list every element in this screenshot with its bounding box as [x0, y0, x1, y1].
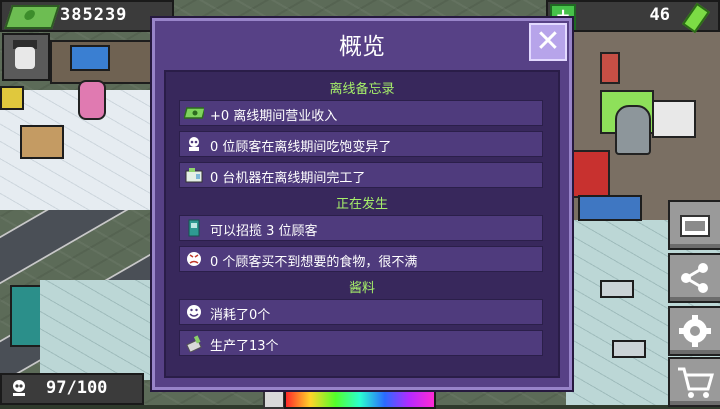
cash-icon: [184, 107, 204, 119]
close-icon: ✕: [535, 24, 561, 59]
list-item: 生产了13个: [179, 330, 543, 356]
overview-panel: 离线备忘录 +0 离线期间营业收入 0 位顾客在离线期间吃饱变异了 0 台机器在…: [164, 70, 560, 378]
photo-button[interactable]: [668, 200, 720, 250]
gem-value: 46: [649, 5, 670, 25]
sauce-consumed-text: 消耗了0个: [210, 308, 271, 323]
steel-boiler: [615, 105, 651, 155]
camera-icon: [680, 215, 710, 237]
blue-bench: [578, 195, 642, 221]
sauce-bottle-icon: [186, 335, 202, 352]
avatar-face-icon: [15, 47, 35, 69]
share-icon: [681, 263, 708, 293]
section-offline-memo: 离线备忘录: [329, 82, 395, 97]
tiled-plaza: [40, 280, 150, 380]
gem-counter[interactable]: + 46: [546, 0, 720, 34]
list-item: 消耗了0个: [179, 299, 543, 325]
offline-income-text: +0 离线期间营业收入: [210, 109, 338, 124]
money-value: 385239: [60, 5, 128, 25]
share-button[interactable]: [668, 253, 720, 303]
unhappy-customers-text: 0 个顾客买不到想要的食物，很不满: [210, 255, 418, 270]
dining-table: [600, 280, 634, 298]
shopping-cart-icon: [678, 367, 714, 398]
machines-finished-text: 0 台机器在离线期间完工了: [210, 171, 366, 186]
settings-button[interactable]: [668, 306, 720, 356]
overview-dialog: 概览 ✕ 离线备忘录 +0 离线期间营业收入 0 位顾客在离线期间吃饱变异了 0…: [152, 18, 572, 390]
list-item: 0 个顾客买不到想要的食物，很不满: [179, 246, 543, 272]
close-button[interactable]: ✕: [529, 23, 567, 61]
billboard: [70, 45, 110, 71]
gear-icon: [679, 315, 711, 347]
list-item: 0 台机器在离线期间完工了: [179, 162, 543, 188]
booth-icon: [188, 219, 200, 237]
shop-button[interactable]: [668, 357, 720, 407]
money-counter[interactable]: 385239: [0, 0, 174, 32]
pink-machine: [78, 80, 106, 120]
cash-icon: [4, 5, 60, 29]
red-oven: [572, 150, 610, 198]
dialog-title: 概览: [339, 34, 385, 60]
dining-table: [612, 340, 646, 358]
smiley-icon: [187, 305, 201, 319]
doll-display: [20, 125, 64, 159]
capacity-counter[interactable]: 97/100: [0, 373, 144, 405]
mutated-customers-text: 0 位顾客在离线期间吃饱变异了: [210, 140, 392, 155]
white-cabinet: [652, 100, 696, 138]
robot-statue: [600, 52, 620, 84]
list-item: +0 离线期间营业收入: [179, 100, 543, 126]
list-item: 可以招揽 3 位顾客: [179, 215, 543, 241]
capacity-value: 97/100: [46, 378, 108, 398]
recruit-customers-text: 可以招揽 3 位顾客: [210, 224, 318, 239]
machine-icon: [185, 168, 203, 183]
section-happening: 正在发生: [335, 197, 388, 212]
angry-face-icon: [187, 252, 201, 266]
sauce-produced-text: 生产了13个: [210, 339, 279, 354]
player-avatar[interactable]: [2, 33, 50, 81]
customer-skull-icon: [189, 137, 199, 151]
section-sauce: 酱料: [348, 281, 375, 296]
energy-battery-icon: [681, 2, 711, 34]
skull-icon: [13, 380, 25, 396]
list-item: 0 位顾客在离线期间吃饱变异了: [179, 131, 543, 157]
poster: [0, 86, 24, 110]
color-palette-bar[interactable]: [284, 387, 436, 409]
